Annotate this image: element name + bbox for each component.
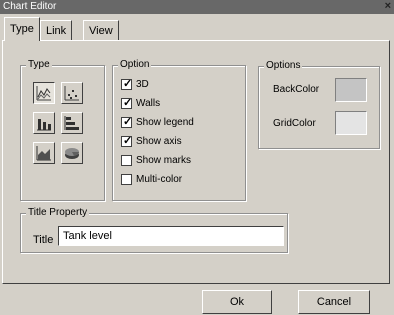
- tab-link[interactable]: Link: [40, 20, 73, 40]
- scatter-chart-button[interactable]: [61, 82, 83, 104]
- checkbox-walls-label: Walls: [136, 98, 161, 109]
- type-group: Type: [20, 59, 105, 201]
- tab-type[interactable]: Type: [4, 17, 40, 41]
- checkmark-icon: ✓: [123, 97, 133, 109]
- options-group: Options BackColor GridColor: [258, 60, 380, 149]
- grid-color-swatch[interactable]: [335, 111, 367, 135]
- bar-chart-icon: [37, 119, 51, 131]
- title-bar: Chart Editor ×: [0, 0, 394, 14]
- back-color-label: BackColor: [273, 84, 320, 95]
- checkbox-3d-label: 3D: [136, 79, 149, 90]
- checkbox-show-legend-box[interactable]: ✓: [121, 116, 133, 128]
- scatter-chart-icon: [64, 86, 79, 101]
- tab-panel: Type Option ✓ 3D ✓ Walls ✓ Show legend ✓…: [2, 40, 390, 284]
- tab-view[interactable]: View: [83, 20, 119, 40]
- checkbox-show-axis-label: Show axis: [136, 136, 182, 147]
- area-chart-button[interactable]: [33, 142, 55, 164]
- checkbox-3d-box[interactable]: ✓: [121, 78, 133, 90]
- checkbox-multi-color-box[interactable]: [121, 174, 132, 185]
- area-chart-icon: [36, 146, 51, 161]
- checkbox-walls-box[interactable]: ✓: [121, 97, 133, 109]
- cancel-button[interactable]: Cancel: [298, 290, 370, 314]
- ok-button[interactable]: Ok: [202, 290, 272, 314]
- checkbox-show-axis-box[interactable]: ✓: [121, 135, 133, 147]
- type-group-legend: Type: [26, 59, 52, 71]
- title-property-legend: Title Property: [26, 207, 90, 219]
- horizontal-bar-chart-button[interactable]: [61, 112, 83, 134]
- horizontal-bar-chart-icon: [64, 116, 79, 130]
- title-input[interactable]: Tank level: [58, 226, 284, 246]
- checkmark-icon: ✓: [123, 116, 133, 128]
- option-group: Option ✓ 3D ✓ Walls ✓ Show legend ✓ Show…: [112, 59, 246, 201]
- line-chart-button[interactable]: [33, 82, 55, 104]
- checkbox-show-legend-label: Show legend: [136, 117, 194, 128]
- pie-chart-icon: [65, 148, 79, 159]
- checkbox-multi-color-label: Multi-color: [136, 174, 183, 185]
- close-icon[interactable]: ×: [385, 0, 391, 12]
- options-group-legend: Options: [264, 60, 303, 72]
- option-group-legend: Option: [118, 59, 152, 71]
- title-property-group: Title Property Title Tank level: [20, 207, 288, 253]
- back-color-swatch[interactable]: [335, 78, 367, 102]
- checkmark-icon: ✓: [123, 78, 133, 90]
- line-chart-icon: [36, 86, 51, 101]
- bar-chart-button[interactable]: [33, 112, 55, 134]
- pie-chart-button[interactable]: [61, 142, 83, 164]
- grid-color-label: GridColor: [273, 118, 316, 129]
- checkmark-icon: ✓: [123, 135, 133, 147]
- checkbox-show-marks-box[interactable]: [121, 155, 132, 166]
- title-label: Title: [33, 234, 54, 246]
- window-title: Chart Editor: [3, 1, 57, 12]
- checkbox-show-marks-label: Show marks: [136, 155, 192, 166]
